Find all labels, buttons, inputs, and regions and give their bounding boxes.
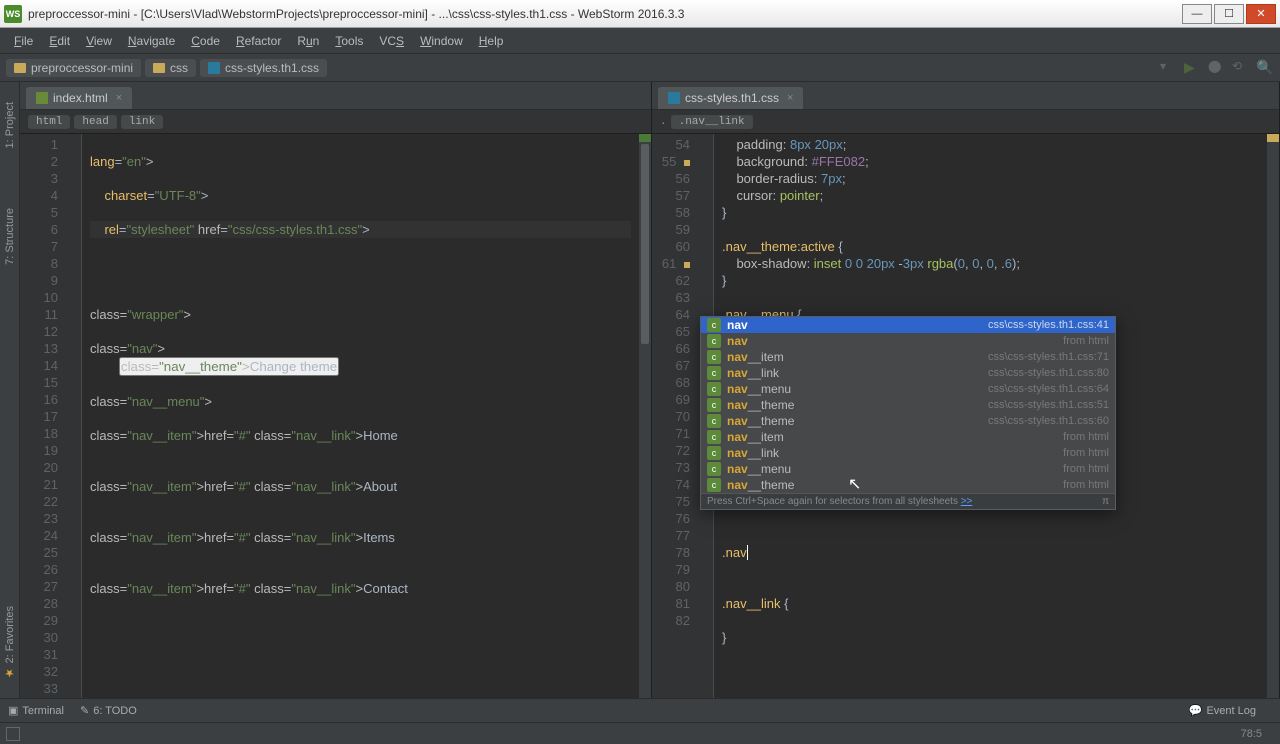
completion-footer: Press Ctrl+Space again for selectors fro… (701, 493, 1115, 509)
menu-navigate[interactable]: Navigate (120, 31, 183, 51)
gutter[interactable]: 54 55 56 57 58 59 60 61 62 63 64 65 66 6… (652, 134, 700, 698)
todo-icon: ✎ (80, 704, 89, 717)
menu-refactor[interactable]: Refactor (228, 31, 289, 51)
editor-pane-left: index.html × html head link 1 2 3 4 5 6 … (20, 82, 652, 698)
close-icon[interactable]: × (116, 92, 122, 104)
structure-tool-tab[interactable]: 7: Structure (2, 200, 18, 273)
class-icon: c (707, 350, 721, 364)
menu-help[interactable]: Help (471, 31, 512, 51)
terminal-icon: ▣ (8, 704, 18, 717)
inspection-indicator-icon (639, 134, 651, 142)
class-icon: c (707, 398, 721, 412)
menubar: File Edit View Navigate Code Refactor Ru… (0, 28, 1280, 54)
breadcrumb-head[interactable]: head (74, 115, 116, 129)
close-icon[interactable]: × (787, 92, 793, 104)
html-file-icon (36, 92, 48, 104)
favorites-tool-tab[interactable]: ★ 2: Favorites (1, 598, 18, 688)
event-log-tab[interactable]: 💬Event Log (1189, 704, 1256, 717)
titlebar: WS preproccessor-mini - [C:\Users\Vlad\W… (0, 0, 1280, 28)
status-bar: 78:5 (0, 722, 1280, 744)
todo-tool-tab[interactable]: ✎6: TODO (80, 704, 137, 717)
vertical-scrollbar[interactable] (1267, 134, 1279, 698)
menu-tools[interactable]: Tools (327, 31, 371, 51)
left-tool-stripe: 1: Project 7: Structure ★ 2: Favorites (0, 82, 20, 698)
editor-breadcrumb: html head link (20, 110, 651, 134)
menu-vcs[interactable]: VCS (371, 31, 412, 51)
close-button[interactable]: ✕ (1246, 4, 1276, 24)
tab-index-html[interactable]: index.html × (26, 87, 132, 109)
event-log-icon: 💬 (1189, 704, 1203, 717)
class-icon: c (707, 382, 721, 396)
vertical-scrollbar[interactable] (639, 134, 651, 698)
project-tool-tab[interactable]: 1: Project (2, 94, 18, 156)
terminal-tool-tab[interactable]: ▣Terminal (8, 704, 64, 717)
completion-item[interactable]: cnav__itemcss\css-styles.th1.css:71 (701, 349, 1115, 365)
tool-windows-toggle-icon[interactable] (6, 727, 20, 741)
more-link[interactable]: >> (961, 496, 973, 507)
breadcrumb-link[interactable]: link (121, 115, 163, 129)
css-file-icon (208, 62, 220, 74)
class-icon: c (707, 366, 721, 380)
menu-run[interactable]: Run (289, 31, 327, 51)
navigation-bar: preproccessor-mini css css-styles.th1.cs… (0, 54, 1280, 82)
class-icon: c (707, 318, 721, 332)
completion-item[interactable]: cnav__themecss\css-styles.th1.css:60 (701, 413, 1115, 429)
menu-file[interactable]: File (6, 31, 41, 51)
run-button-icon[interactable]: ▶ (1184, 59, 1202, 77)
breadcrumb-project[interactable]: preproccessor-mini (6, 59, 141, 77)
css-file-icon (668, 92, 680, 104)
completion-item[interactable]: cnav__linkcss\css-styles.th1.css:80 (701, 365, 1115, 381)
class-icon: c (707, 446, 721, 460)
coverage-button-icon[interactable]: ⟲ (1232, 59, 1250, 77)
folder-icon (14, 63, 26, 73)
menu-view[interactable]: View (78, 31, 120, 51)
completion-item[interactable]: cnav__menufrom html (701, 461, 1115, 477)
completion-popup[interactable]: cnavcss\css-styles.th1.css:41cnavfrom ht… (700, 316, 1116, 510)
folder-icon (153, 63, 165, 73)
completion-item[interactable]: cnav__themecss\css-styles.th1.css:51 (701, 397, 1115, 413)
editor-breadcrumb: . .nav__link (652, 110, 1279, 134)
breadcrumb-file[interactable]: css-styles.th1.css (200, 59, 327, 77)
code-editor-left[interactable]: 1 2 3 4 5 6 7 8 9 10 11 12 13 14 15 16 1… (20, 134, 651, 698)
maximize-button[interactable]: ☐ (1214, 4, 1244, 24)
class-icon: c (707, 414, 721, 428)
completion-item[interactable]: cnav__linkfrom html (701, 445, 1115, 461)
completion-item[interactable]: cnav__themefrom html (701, 477, 1115, 493)
debug-button-icon[interactable]: ⬤ (1208, 59, 1226, 77)
window-title: preproccessor-mini - [C:\Users\Vlad\Webs… (28, 7, 1180, 21)
completion-item[interactable]: cnav__itemfrom html (701, 429, 1115, 445)
menu-edit[interactable]: Edit (41, 31, 78, 51)
completion-item[interactable]: cnav__menucss\css-styles.th1.css:64 (701, 381, 1115, 397)
class-icon: c (707, 478, 721, 492)
run-config-dropdown[interactable]: ▾ (1160, 59, 1178, 77)
class-icon: c (707, 462, 721, 476)
completion-item[interactable]: cnavcss\css-styles.th1.css:41 (701, 317, 1115, 333)
breadcrumb-selector[interactable]: .nav__link (671, 115, 753, 129)
completion-item[interactable]: cnavfrom html (701, 333, 1115, 349)
breadcrumb-html[interactable]: html (28, 115, 70, 129)
menu-window[interactable]: Window (412, 31, 471, 51)
editor-pane-right: css-styles.th1.css × . .nav__link 54 55 … (652, 82, 1280, 698)
search-everywhere-icon[interactable]: 🔍 (1256, 59, 1274, 77)
tab-css-styles[interactable]: css-styles.th1.css × (658, 87, 803, 109)
pi-icon[interactable]: π (1102, 496, 1109, 507)
minimize-button[interactable]: — (1182, 4, 1212, 24)
class-icon: c (707, 334, 721, 348)
breadcrumb-folder[interactable]: css (145, 59, 196, 77)
app-logo-icon: WS (4, 5, 22, 23)
caret-position[interactable]: 78:5 (1241, 728, 1262, 740)
gutter[interactable]: 1 2 3 4 5 6 7 8 9 10 11 12 13 14 15 16 1… (20, 134, 68, 698)
menu-code[interactable]: Code (183, 31, 228, 51)
class-icon: c (707, 430, 721, 444)
bottom-tool-stripe: ▣Terminal ✎6: TODO 💬Event Log (0, 698, 1280, 722)
inspection-indicator-icon (1267, 134, 1279, 142)
